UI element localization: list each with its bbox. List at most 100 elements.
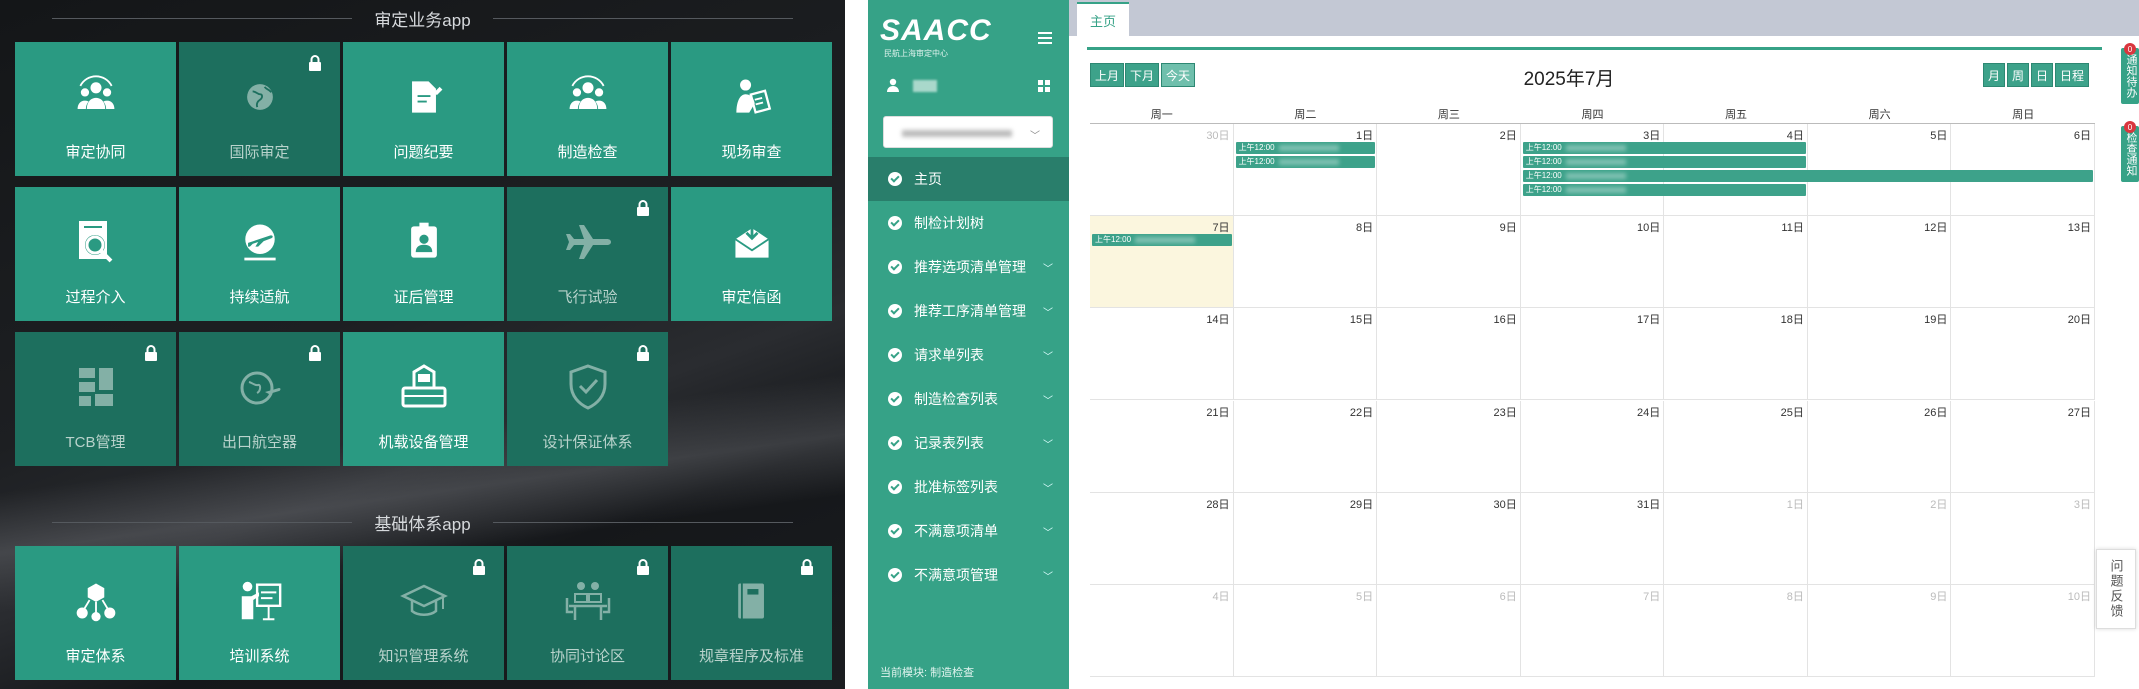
- day-cell[interactable]: 21日: [1090, 400, 1234, 493]
- day-cell[interactable]: 23日: [1377, 400, 1521, 493]
- view-button-3[interactable]: 日程: [2055, 63, 2089, 87]
- cert-tile-7[interactable]: 证后管理: [343, 187, 504, 321]
- day-cell[interactable]: 10日: [1951, 584, 2095, 677]
- tile-label: 培训系统: [229, 648, 290, 665]
- sidebar-item-8[interactable]: 不满意项清单 ﹀: [868, 509, 1069, 553]
- day-cell[interactable]: 2日: [1807, 492, 1952, 585]
- notif-inspection-button[interactable]: 0 检查通知: [2121, 121, 2139, 182]
- sidebar-item-4[interactable]: 请求单列表 ﹀: [868, 333, 1069, 377]
- sidebar-item-9[interactable]: 不满意项管理 ﹀: [868, 553, 1069, 597]
- day-cell[interactable]: 30日: [1090, 124, 1234, 217]
- cert-tile-0[interactable]: 审定协同: [15, 42, 176, 176]
- project-select[interactable]: ﹀: [883, 116, 1053, 148]
- cert-tile-3[interactable]: 制造检查: [507, 42, 668, 176]
- section1-title: 审定业务app: [374, 10, 471, 30]
- lock-icon: [308, 55, 322, 71]
- today-button[interactable]: 今天: [1161, 63, 1195, 87]
- day-cell[interactable]: 13日: [1951, 216, 2095, 309]
- cert-tile-13[interactable]: 设计保证体系: [507, 332, 668, 466]
- view-button-0[interactable]: 月: [1983, 63, 2005, 87]
- day-cell[interactable]: 12日: [1807, 216, 1952, 309]
- calendar-event[interactable]: 上午12:00: [1092, 234, 1232, 247]
- day-cell[interactable]: 7日: [1520, 584, 1665, 677]
- day-number: 2日: [1499, 130, 1517, 142]
- view-button-1[interactable]: 周: [2007, 63, 2029, 87]
- sidebar-item-6[interactable]: 记录表列表 ﹀: [868, 421, 1069, 465]
- view-button-2[interactable]: 日: [2031, 63, 2053, 87]
- cert-tile-9[interactable]: 审定信函: [671, 187, 832, 321]
- app-launcher-panel: 审定业务app 基础体系app 审定协同 国际审定 问题纪要 制造检查 现场审查 过程介入…: [0, 0, 845, 689]
- prev-month-button[interactable]: 上月: [1090, 63, 1124, 87]
- day-cell[interactable]: 3日: [1951, 492, 2095, 585]
- day-number: 3日: [1643, 130, 1661, 142]
- globe-icon: [235, 72, 285, 122]
- day-cell[interactable]: 2日: [1377, 124, 1521, 217]
- day-cell[interactable]: 8日: [1664, 584, 1808, 677]
- sidebar-item-5[interactable]: 制造检查列表 ﹀: [868, 377, 1069, 421]
- day-cell[interactable]: 27日: [1951, 400, 2095, 493]
- day-cell[interactable]: 5日: [1233, 584, 1378, 677]
- sidebar-item-3[interactable]: 推荐工序清单管理 ﹀: [868, 289, 1069, 333]
- sidebar-item-7[interactable]: 批准标签列表 ﹀: [868, 465, 1069, 509]
- cert-tile-10[interactable]: TCB管理: [15, 332, 176, 466]
- base-tile-4[interactable]: 规章程序及标准: [671, 546, 832, 680]
- base-tile-3[interactable]: 协同讨论区: [507, 546, 668, 680]
- cert-tile-12[interactable]: 机载设备管理: [343, 332, 504, 466]
- cert-tile-6[interactable]: 持续适航: [179, 187, 340, 321]
- day-cell[interactable]: 18日: [1664, 308, 1808, 401]
- base-tile-2[interactable]: 知识管理系统: [343, 546, 504, 680]
- day-cell[interactable]: 9日: [1807, 584, 1952, 677]
- feedback-button[interactable]: 问题反馈: [2096, 549, 2136, 629]
- day-cell[interactable]: 22日: [1233, 400, 1378, 493]
- day-cell[interactable]: 6日: [1377, 584, 1521, 677]
- menu-toggle-icon[interactable]: [1038, 32, 1052, 44]
- sidebar-item-2[interactable]: 推荐选项清单管理 ﹀: [868, 245, 1069, 289]
- day-cell[interactable]: 9日: [1377, 216, 1521, 309]
- cert-tile-1[interactable]: 国际审定: [179, 42, 340, 176]
- calendar-event[interactable]: 上午12:00: [1522, 156, 1806, 168]
- notif-todo-button[interactable]: 0 通知待办: [2121, 43, 2139, 104]
- chevron-down-icon: ﹀: [1043, 527, 1053, 539]
- day-cell[interactable]: 17日: [1520, 308, 1665, 401]
- day-cell[interactable]: 16日: [1377, 308, 1521, 401]
- day-cell[interactable]: 25日: [1664, 400, 1808, 493]
- day-cell[interactable]: 31日: [1520, 492, 1665, 585]
- day-cell[interactable]: 20日: [1951, 308, 2095, 401]
- day-cell[interactable]: 26日: [1807, 400, 1952, 493]
- sidebar-item-1[interactable]: 制检计划树: [868, 201, 1069, 245]
- day-cell[interactable]: 10日: [1520, 216, 1665, 309]
- calendar-event[interactable]: 上午12:00: [1235, 156, 1376, 168]
- day-number: 8日: [1786, 590, 1804, 603]
- day-cell[interactable]: 11日: [1664, 216, 1808, 309]
- day-cell[interactable]: 24日: [1520, 400, 1665, 493]
- cert-tile-5[interactable]: 过程介入: [15, 187, 176, 321]
- base-tile-0[interactable]: 审定体系: [15, 546, 176, 680]
- day-cell[interactable]: 1日: [1664, 492, 1808, 585]
- sidebar-item-0[interactable]: 主页: [868, 157, 1069, 201]
- day-cell[interactable]: 29日: [1233, 492, 1378, 585]
- cert-tile-11[interactable]: 出口航空器: [179, 332, 340, 466]
- airplane-circle-icon: [235, 217, 285, 267]
- day-cell[interactable]: 7日: [1090, 216, 1234, 309]
- day-cell[interactable]: 14日: [1090, 308, 1234, 401]
- next-month-button[interactable]: 下月: [1125, 63, 1159, 87]
- cert-tile-4[interactable]: 现场审查: [671, 42, 832, 176]
- apps-grid-icon[interactable]: [1038, 80, 1050, 92]
- day-cell[interactable]: 30日: [1377, 492, 1521, 585]
- calendar-event[interactable]: 上午12:00: [1522, 184, 1806, 196]
- day-cell[interactable]: 8日: [1233, 216, 1378, 309]
- tab-home[interactable]: 主页: [1077, 2, 1129, 36]
- calendar-event[interactable]: 上午12:00: [1235, 142, 1376, 154]
- day-cell[interactable]: 28日: [1090, 492, 1234, 585]
- day-cell[interactable]: 1日: [1233, 124, 1378, 217]
- cert-tile-8[interactable]: 飞行试验: [507, 187, 668, 321]
- tile-label: 国际审定: [229, 144, 290, 161]
- day-cell[interactable]: 19日: [1807, 308, 1952, 401]
- base-tile-1[interactable]: 培训系统: [179, 546, 340, 680]
- cert-tile-2[interactable]: 问题纪要: [343, 42, 504, 176]
- day-cell[interactable]: 4日: [1090, 584, 1234, 677]
- calendar-app-window: SAACC 民航上海审定中心 ﹀ 主页 制检计划树 推荐选项清单管理 ﹀ 推荐工序清单管…: [868, 0, 2139, 689]
- calendar-event[interactable]: 上午12:00: [1522, 142, 1806, 154]
- day-cell[interactable]: 15日: [1233, 308, 1378, 401]
- calendar-event[interactable]: 上午12:00: [1522, 170, 2093, 182]
